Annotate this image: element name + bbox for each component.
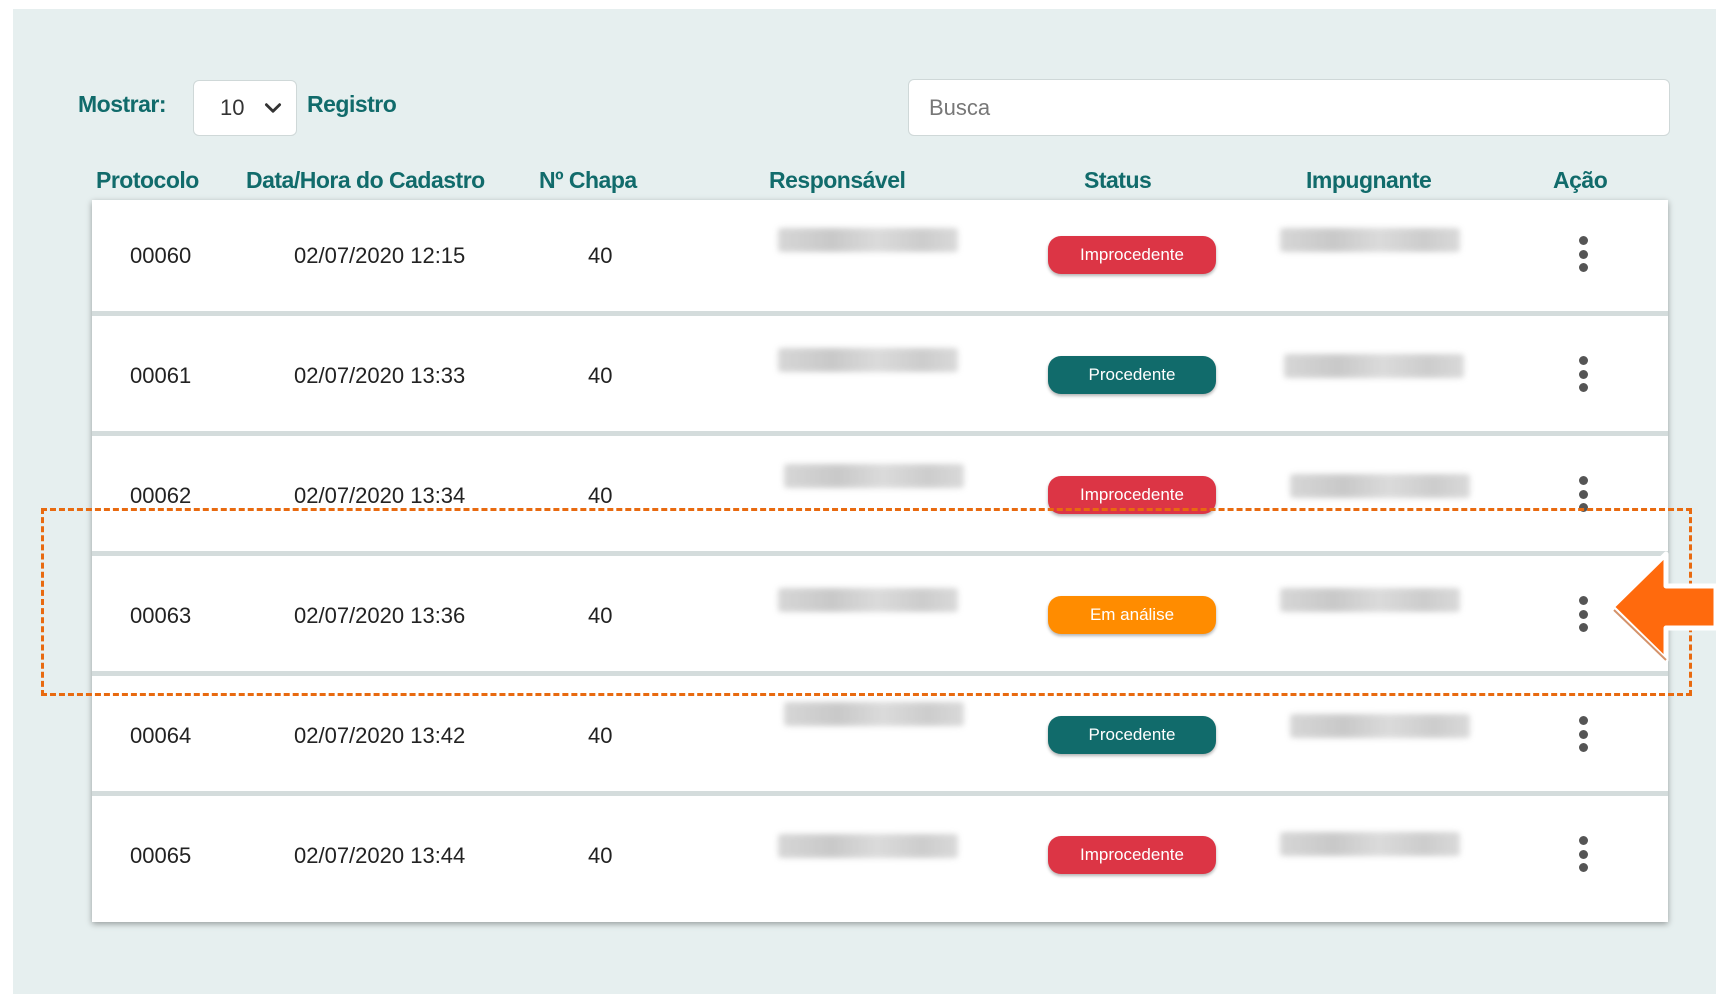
cell-protocolo: 00063: [130, 603, 192, 628]
table-row: 00065 02/07/2020 13:44 40 Improcedente: [92, 800, 1668, 916]
cell-data-hora: 02/07/2020 13:36: [294, 603, 466, 628]
table-body: 00060 02/07/2020 12:15 40 Improcedente 0…: [92, 200, 1668, 922]
responsavel-redacted: [778, 348, 958, 372]
search-input[interactable]: [908, 79, 1670, 136]
cell-protocolo: 00062: [130, 483, 192, 508]
records-label: Registro: [307, 91, 397, 117]
kebab-menu-icon[interactable]: [1576, 236, 1590, 272]
kebab-menu-icon[interactable]: [1576, 716, 1590, 752]
cell-data-hora: 02/07/2020 13:33: [294, 363, 466, 388]
col-status[interactable]: Status: [1084, 167, 1152, 194]
kebab-menu-icon[interactable]: [1576, 836, 1590, 872]
kebab-menu-icon[interactable]: [1576, 596, 1590, 632]
cell-chapa: 40: [588, 243, 613, 268]
table-row-highlighted: 00063 02/07/2020 13:36 40 Em análise: [92, 560, 1668, 676]
page-size-select[interactable]: 10: [193, 80, 297, 136]
responsavel-redacted: [784, 464, 964, 488]
col-protocolo[interactable]: Protocolo: [96, 167, 199, 194]
table-row: 00061 02/07/2020 13:33 40 Procedente: [92, 320, 1668, 436]
cell-data-hora: 02/07/2020 13:44: [294, 843, 466, 868]
cell-chapa: 40: [588, 363, 613, 388]
kebab-menu-icon[interactable]: [1576, 356, 1590, 392]
content-panel: Mostrar: 10 Registro Protocolo Data/Hora…: [13, 9, 1716, 994]
cell-protocolo: 00064: [130, 723, 192, 748]
cell-data-hora: 02/07/2020 13:34: [294, 483, 466, 508]
impugnante-redacted: [1280, 832, 1460, 856]
responsavel-redacted: [778, 228, 958, 252]
table-row: 00060 02/07/2020 12:15 40 Improcedente: [92, 200, 1668, 316]
status-badge: Em análise: [1048, 596, 1216, 634]
page-size-value: 10: [220, 95, 245, 120]
status-badge: Improcedente: [1048, 236, 1216, 274]
cell-protocolo: 00065: [130, 843, 192, 868]
cell-protocolo: 00060: [130, 243, 192, 268]
status-badge: Procedente: [1048, 716, 1216, 754]
show-label: Mostrar:: [78, 91, 167, 117]
responsavel-redacted: [778, 834, 958, 858]
col-chapa[interactable]: Nº Chapa: [539, 167, 637, 194]
responsavel-redacted: [784, 702, 964, 726]
cell-chapa: 40: [588, 603, 613, 628]
cell-data-hora: 02/07/2020 13:42: [294, 723, 466, 748]
responsavel-redacted: [778, 588, 958, 612]
impugnante-redacted: [1284, 354, 1464, 378]
table-row: 00064 02/07/2020 13:42 40 Procedente: [92, 680, 1668, 796]
status-badge: Improcedente: [1048, 836, 1216, 874]
chevron-down-icon: [264, 103, 282, 113]
impugnante-redacted: [1290, 474, 1470, 498]
cell-protocolo: 00061: [130, 363, 192, 388]
status-badge: Procedente: [1048, 356, 1216, 394]
col-impugnante[interactable]: Impugnante: [1306, 167, 1432, 194]
kebab-menu-icon[interactable]: [1576, 476, 1590, 512]
table-row: 00062 02/07/2020 13:34 40 Improcedente: [92, 440, 1668, 556]
impugnante-redacted: [1290, 714, 1470, 738]
status-badge: Improcedente: [1048, 476, 1216, 514]
cell-data-hora: 02/07/2020 12:15: [294, 243, 466, 268]
cell-chapa: 40: [588, 483, 613, 508]
cell-chapa: 40: [588, 843, 613, 868]
col-data-hora[interactable]: Data/Hora do Cadastro: [246, 167, 485, 194]
impugnante-redacted: [1280, 228, 1460, 252]
col-responsavel[interactable]: Responsável: [769, 167, 906, 194]
col-acao: Ação: [1553, 167, 1608, 193]
cell-chapa: 40: [588, 723, 613, 748]
arrow-left-icon: [1609, 551, 1716, 663]
impugnante-redacted: [1280, 588, 1460, 612]
